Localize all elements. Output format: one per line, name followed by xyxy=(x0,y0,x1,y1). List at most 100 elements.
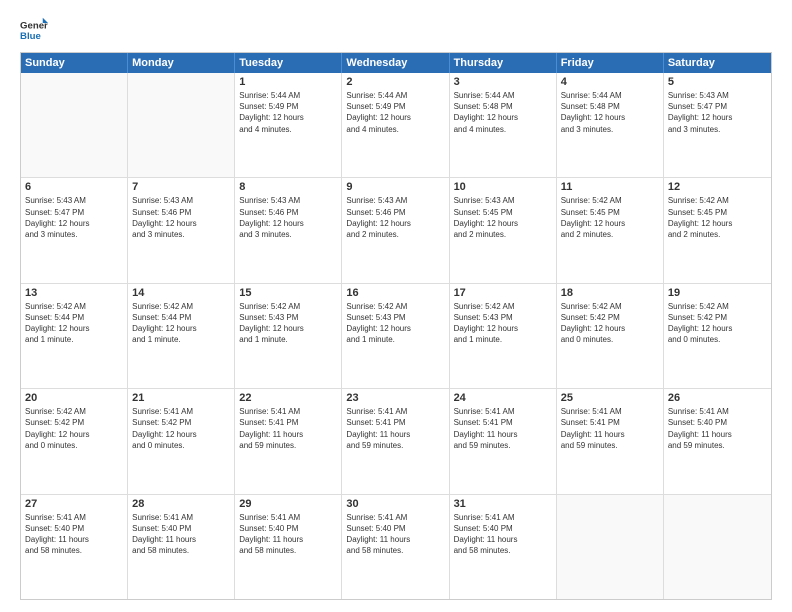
day-number: 13 xyxy=(25,287,123,299)
day-cell-16: 16 Sunrise: 5:42 AMSunset: 5:43 PMDayligh… xyxy=(342,284,449,388)
day-number: 3 xyxy=(454,76,552,88)
day-number: 7 xyxy=(132,181,230,193)
day-info: Sunrise: 5:41 AMSunset: 5:40 PMDaylight:… xyxy=(25,512,123,557)
day-cell-3: 3 Sunrise: 5:44 AMSunset: 5:48 PMDaylight… xyxy=(450,73,557,177)
day-cell-empty-4-6 xyxy=(664,495,771,599)
day-info: Sunrise: 5:42 AMSunset: 5:44 PMDaylight:… xyxy=(132,301,230,346)
header-cell-saturday: Saturday xyxy=(664,53,771,73)
day-cell-7: 7 Sunrise: 5:43 AMSunset: 5:46 PMDaylight… xyxy=(128,178,235,282)
day-number: 17 xyxy=(454,287,552,299)
svg-text:Blue: Blue xyxy=(20,31,41,42)
day-number: 5 xyxy=(668,76,767,88)
day-info: Sunrise: 5:44 AMSunset: 5:49 PMDaylight:… xyxy=(239,90,337,135)
day-cell-17: 17 Sunrise: 5:42 AMSunset: 5:43 PMDayligh… xyxy=(450,284,557,388)
day-number: 25 xyxy=(561,392,659,404)
day-info: Sunrise: 5:42 AMSunset: 5:42 PMDaylight:… xyxy=(561,301,659,346)
day-number: 29 xyxy=(239,498,337,510)
day-number: 9 xyxy=(346,181,444,193)
logo: General Blue xyxy=(20,16,48,44)
day-info: Sunrise: 5:42 AMSunset: 5:43 PMDaylight:… xyxy=(454,301,552,346)
day-number: 21 xyxy=(132,392,230,404)
day-number: 14 xyxy=(132,287,230,299)
day-number: 2 xyxy=(346,76,444,88)
calendar-row-4: 20 Sunrise: 5:42 AMSunset: 5:42 PMDayligh… xyxy=(21,388,771,493)
day-cell-8: 8 Sunrise: 5:43 AMSunset: 5:46 PMDaylight… xyxy=(235,178,342,282)
calendar-body: 1 Sunrise: 5:44 AMSunset: 5:49 PMDaylight… xyxy=(21,73,771,599)
day-number: 8 xyxy=(239,181,337,193)
header-cell-tuesday: Tuesday xyxy=(235,53,342,73)
day-cell-19: 19 Sunrise: 5:42 AMSunset: 5:42 PMDayligh… xyxy=(664,284,771,388)
day-cell-9: 9 Sunrise: 5:43 AMSunset: 5:46 PMDaylight… xyxy=(342,178,449,282)
day-number: 19 xyxy=(668,287,767,299)
day-cell-1: 1 Sunrise: 5:44 AMSunset: 5:49 PMDaylight… xyxy=(235,73,342,177)
day-number: 28 xyxy=(132,498,230,510)
day-cell-27: 27 Sunrise: 5:41 AMSunset: 5:40 PMDayligh… xyxy=(21,495,128,599)
day-info: Sunrise: 5:44 AMSunset: 5:48 PMDaylight:… xyxy=(454,90,552,135)
calendar-row-1: 1 Sunrise: 5:44 AMSunset: 5:49 PMDaylight… xyxy=(21,73,771,177)
day-number: 22 xyxy=(239,392,337,404)
day-cell-empty-0-1 xyxy=(128,73,235,177)
day-info: Sunrise: 5:42 AMSunset: 5:43 PMDaylight:… xyxy=(346,301,444,346)
day-number: 10 xyxy=(454,181,552,193)
header-cell-sunday: Sunday xyxy=(21,53,128,73)
day-number: 16 xyxy=(346,287,444,299)
day-info: Sunrise: 5:42 AMSunset: 5:45 PMDaylight:… xyxy=(561,195,659,240)
day-number: 18 xyxy=(561,287,659,299)
day-cell-6: 6Sunrise: 5:43 AMSunset: 5:47 PMDaylight… xyxy=(21,178,128,282)
day-info: Sunrise: 5:42 AMSunset: 5:43 PMDaylight:… xyxy=(239,301,337,346)
day-info: Sunrise: 5:43 AMSunset: 5:46 PMDaylight:… xyxy=(239,195,337,240)
day-cell-30: 30 Sunrise: 5:41 AMSunset: 5:40 PMDayligh… xyxy=(342,495,449,599)
day-cell-empty-4-5 xyxy=(557,495,664,599)
day-info: Sunrise: 5:43 AMSunset: 5:47 PMDaylight:… xyxy=(25,195,123,240)
day-cell-4: 4Sunrise: 5:44 AMSunset: 5:48 PMDaylight… xyxy=(557,73,664,177)
day-info: Sunrise: 5:43 AMSunset: 5:46 PMDaylight:… xyxy=(346,195,444,240)
day-info: Sunrise: 5:41 AMSunset: 5:40 PMDaylight:… xyxy=(668,406,767,451)
day-cell-14: 14 Sunrise: 5:42 AMSunset: 5:44 PMDayligh… xyxy=(128,284,235,388)
calendar-row-2: 6Sunrise: 5:43 AMSunset: 5:47 PMDaylight… xyxy=(21,177,771,282)
day-info: Sunrise: 5:43 AMSunset: 5:46 PMDaylight:… xyxy=(132,195,230,240)
day-number: 11 xyxy=(561,181,659,193)
day-info: Sunrise: 5:42 AMSunset: 5:42 PMDaylight:… xyxy=(25,406,123,451)
day-number: 12 xyxy=(668,181,767,193)
day-info: Sunrise: 5:42 AMSunset: 5:45 PMDaylight:… xyxy=(668,195,767,240)
calendar-row-3: 13 Sunrise: 5:42 AMSunset: 5:44 PMDayligh… xyxy=(21,283,771,388)
day-number: 27 xyxy=(25,498,123,510)
day-number: 30 xyxy=(346,498,444,510)
day-number: 1 xyxy=(239,76,337,88)
day-cell-12: 12 Sunrise: 5:42 AMSunset: 5:45 PMDayligh… xyxy=(664,178,771,282)
logo-icon: General Blue xyxy=(20,16,48,44)
day-cell-26: 26Sunrise: 5:41 AMSunset: 5:40 PMDayligh… xyxy=(664,389,771,493)
header-cell-friday: Friday xyxy=(557,53,664,73)
day-cell-5: 5 Sunrise: 5:43 AMSunset: 5:47 PMDaylight… xyxy=(664,73,771,177)
day-cell-13: 13Sunrise: 5:42 AMSunset: 5:44 PMDayligh… xyxy=(21,284,128,388)
day-number: 20 xyxy=(25,392,123,404)
day-info: Sunrise: 5:43 AMSunset: 5:45 PMDaylight:… xyxy=(454,195,552,240)
day-cell-21: 21 Sunrise: 5:41 AMSunset: 5:42 PMDayligh… xyxy=(128,389,235,493)
calendar: SundayMondayTuesdayWednesdayThursdayFrid… xyxy=(20,52,772,600)
calendar-header: SundayMondayTuesdayWednesdayThursdayFrid… xyxy=(21,53,771,73)
day-number: 4 xyxy=(561,76,659,88)
day-cell-11: 11 Sunrise: 5:42 AMSunset: 5:45 PMDayligh… xyxy=(557,178,664,282)
day-info: Sunrise: 5:41 AMSunset: 5:41 PMDaylight:… xyxy=(239,406,337,451)
day-cell-2: 2Sunrise: 5:44 AMSunset: 5:49 PMDaylight… xyxy=(342,73,449,177)
day-cell-15: 15 Sunrise: 5:42 AMSunset: 5:43 PMDayligh… xyxy=(235,284,342,388)
day-cell-empty-0-0 xyxy=(21,73,128,177)
day-number: 24 xyxy=(454,392,552,404)
day-cell-23: 23Sunrise: 5:41 AMSunset: 5:41 PMDayligh… xyxy=(342,389,449,493)
day-info: Sunrise: 5:41 AMSunset: 5:41 PMDaylight:… xyxy=(561,406,659,451)
day-info: Sunrise: 5:43 AMSunset: 5:47 PMDaylight:… xyxy=(668,90,767,135)
day-cell-29: 29 Sunrise: 5:41 AMSunset: 5:40 PMDayligh… xyxy=(235,495,342,599)
day-info: Sunrise: 5:41 AMSunset: 5:40 PMDaylight:… xyxy=(239,512,337,557)
header-cell-wednesday: Wednesday xyxy=(342,53,449,73)
day-cell-31: 31Sunrise: 5:41 AMSunset: 5:40 PMDayligh… xyxy=(450,495,557,599)
day-info: Sunrise: 5:42 AMSunset: 5:42 PMDaylight:… xyxy=(668,301,767,346)
day-info: Sunrise: 5:41 AMSunset: 5:42 PMDaylight:… xyxy=(132,406,230,451)
day-info: Sunrise: 5:41 AMSunset: 5:40 PMDaylight:… xyxy=(346,512,444,557)
day-number: 15 xyxy=(239,287,337,299)
day-cell-18: 18 Sunrise: 5:42 AMSunset: 5:42 PMDayligh… xyxy=(557,284,664,388)
day-number: 31 xyxy=(454,498,552,510)
day-cell-24: 24Sunrise: 5:41 AMSunset: 5:41 PMDayligh… xyxy=(450,389,557,493)
day-number: 23 xyxy=(346,392,444,404)
day-cell-25: 25 Sunrise: 5:41 AMSunset: 5:41 PMDayligh… xyxy=(557,389,664,493)
day-info: Sunrise: 5:41 AMSunset: 5:40 PMDaylight:… xyxy=(132,512,230,557)
